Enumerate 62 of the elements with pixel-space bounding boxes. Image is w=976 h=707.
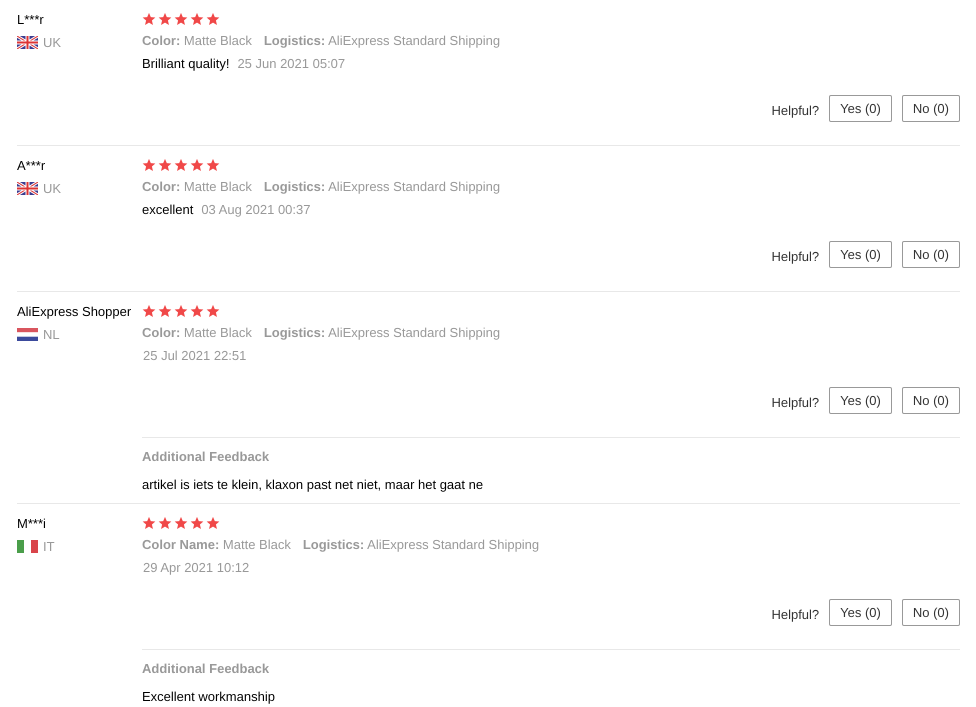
flag-icon bbox=[17, 36, 38, 49]
reviewer-name: A***r bbox=[17, 158, 46, 173]
star-icon bbox=[206, 516, 220, 530]
helpful-label: Helpful? bbox=[771, 395, 820, 410]
helpful-label: Helpful? bbox=[771, 103, 820, 118]
star-icon bbox=[142, 158, 156, 172]
review-date: 25 Jun 2021 05:07 bbox=[236, 56, 346, 71]
yes-button[interactable]: Yes (0) bbox=[829, 95, 892, 122]
star-icon bbox=[174, 516, 188, 530]
flag-icon bbox=[17, 328, 38, 341]
star-icon bbox=[142, 516, 156, 530]
review-text: excellent bbox=[142, 202, 194, 217]
yes-button[interactable]: Yes (0) bbox=[829, 387, 892, 414]
star-icon bbox=[190, 516, 204, 530]
star-icon bbox=[206, 304, 220, 318]
star-icon bbox=[190, 304, 204, 318]
yes-button[interactable]: Yes (0) bbox=[829, 241, 892, 268]
yes-button[interactable]: Yes (0) bbox=[829, 599, 892, 626]
star-icon bbox=[158, 12, 172, 26]
product-property: Color Name: Matte Black bbox=[142, 537, 291, 552]
no-button[interactable]: No (0) bbox=[902, 241, 960, 268]
helpful-label: Helpful? bbox=[771, 249, 820, 264]
product-property: Logistics: AliExpress Standard Shipping bbox=[264, 33, 500, 48]
star-icon bbox=[158, 304, 172, 318]
star-icon bbox=[174, 304, 188, 318]
additional-feedback-title: Additional Feedback bbox=[142, 449, 270, 464]
country-code: UK bbox=[43, 35, 62, 50]
no-button[interactable]: No (0) bbox=[902, 387, 960, 414]
helpful-label: Helpful? bbox=[771, 607, 820, 622]
no-button[interactable]: No (0) bbox=[902, 95, 960, 122]
review-date: 03 Aug 2021 00:37 bbox=[200, 202, 310, 217]
additional-feedback-text: Excellent workmanship bbox=[142, 689, 276, 704]
product-property: Color: Matte Black bbox=[142, 325, 252, 340]
country-code: NL bbox=[43, 327, 60, 342]
product-property: Logistics: AliExpress Standard Shipping bbox=[264, 325, 500, 340]
star-icon bbox=[174, 12, 188, 26]
reviewer-name: L***r bbox=[17, 12, 44, 27]
additional-feedback-text: artikel is iets te klein, klaxon past net niet, maar het gaat ne bbox=[142, 477, 484, 492]
star-icon bbox=[206, 12, 220, 26]
product-property: Logistics: AliExpress Standard Shipping bbox=[264, 179, 500, 194]
star-icon bbox=[158, 516, 172, 530]
reviewer-name: AliExpress Shopper bbox=[17, 304, 132, 319]
no-button[interactable]: No (0) bbox=[902, 599, 960, 626]
flag-icon bbox=[17, 540, 38, 553]
star-icon bbox=[158, 158, 172, 172]
product-property: Color: Matte Black bbox=[142, 179, 252, 194]
star-icon bbox=[142, 304, 156, 318]
star-icon bbox=[174, 158, 188, 172]
reviewer-name: M***i bbox=[17, 516, 46, 531]
flag-icon bbox=[17, 182, 38, 195]
star-icon bbox=[142, 12, 156, 26]
additional-feedback-title: Additional Feedback bbox=[142, 661, 270, 676]
country-code: IT bbox=[43, 539, 55, 554]
product-property: Logistics: AliExpress Standard Shipping bbox=[302, 537, 540, 552]
star-icon bbox=[206, 158, 220, 172]
product-property: Color: Matte Black bbox=[142, 33, 252, 48]
star-icon bbox=[190, 158, 204, 172]
country-code: UK bbox=[43, 181, 62, 196]
review-date: 25 Jul 2021 22:51 bbox=[142, 348, 246, 363]
review-date: 29 Apr 2021 10:12 bbox=[142, 560, 250, 575]
review-text: Brilliant quality! bbox=[142, 56, 230, 71]
star-icon bbox=[190, 12, 204, 26]
